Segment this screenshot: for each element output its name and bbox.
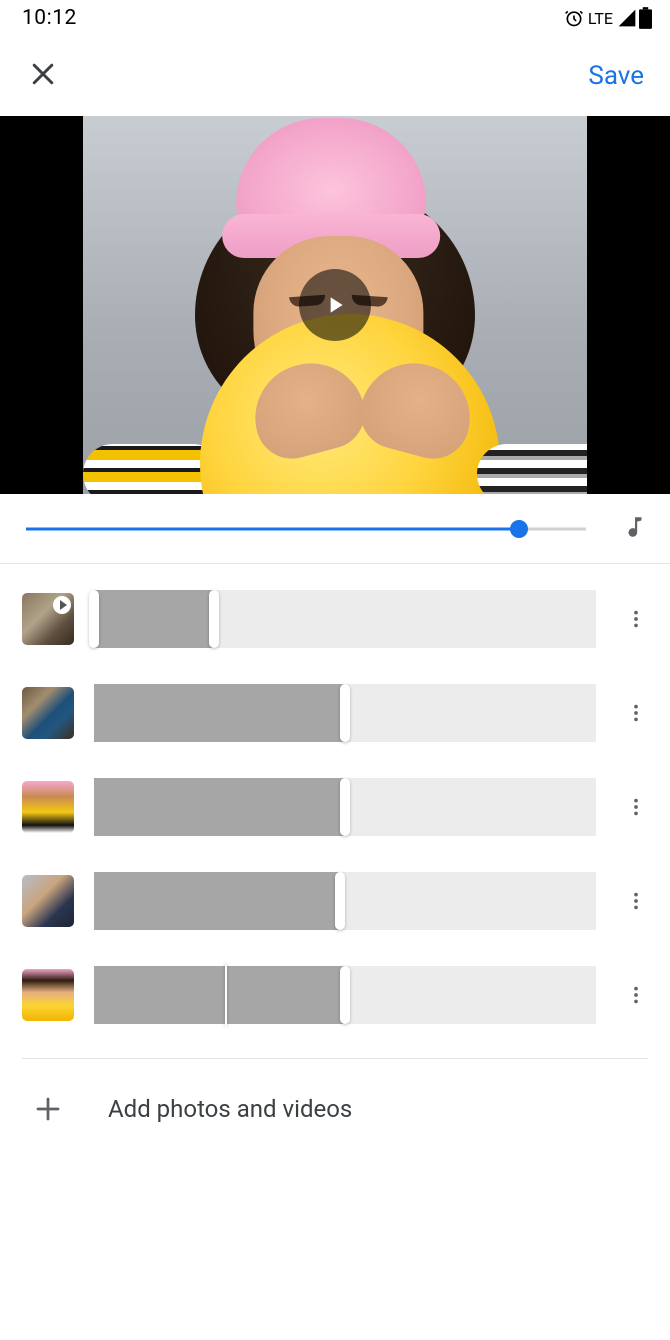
trim-handle-right[interactable]: [340, 684, 350, 742]
clip-row: [0, 854, 670, 948]
trim-handle-right[interactable]: [335, 872, 345, 930]
close-icon: [28, 59, 58, 89]
trim-selection: [94, 966, 345, 1024]
more-vert-icon: [625, 796, 647, 818]
status-time: 10:12: [22, 6, 77, 30]
timeline-row: [0, 494, 670, 564]
clip-more-button[interactable]: [610, 875, 662, 927]
video-preview: [0, 116, 670, 494]
battery-icon: [639, 7, 652, 29]
trim-handle-left[interactable]: [89, 590, 99, 648]
trim-playhead: [225, 964, 227, 1026]
alarm-icon: [564, 8, 584, 28]
trim-selection: [94, 778, 345, 836]
clip-more-button[interactable]: [610, 969, 662, 1021]
more-vert-icon: [625, 984, 647, 1006]
add-label: Add photos and videos: [108, 1095, 352, 1123]
app-bar: Save: [0, 36, 670, 116]
close-button[interactable]: [22, 53, 64, 99]
clip-more-button[interactable]: [610, 781, 662, 833]
clip-row: [0, 666, 670, 760]
music-note-icon: [622, 512, 648, 542]
clip-thumbnail[interactable]: [22, 687, 74, 739]
add-photos-videos-button[interactable]: Add photos and videos: [0, 1059, 670, 1159]
trim-handle-right[interactable]: [340, 966, 350, 1024]
clip-trim-track[interactable]: [94, 590, 596, 648]
clip-more-button[interactable]: [610, 593, 662, 645]
trim-selection: [94, 872, 340, 930]
clip-trim-track[interactable]: [94, 872, 596, 930]
clip-row: [0, 760, 670, 854]
more-vert-icon: [625, 608, 647, 630]
trim-selection: [94, 684, 345, 742]
trim-selection: [94, 590, 214, 648]
plus-icon: [22, 1083, 74, 1135]
status-bar: 10:12 LTE: [0, 0, 670, 36]
clip-trim-track[interactable]: [94, 684, 596, 742]
status-right: LTE: [564, 7, 652, 29]
clip-trim-track[interactable]: [94, 778, 596, 836]
more-vert-icon: [625, 890, 647, 912]
trim-handle-right[interactable]: [209, 590, 219, 648]
slider-thumb[interactable]: [510, 520, 528, 538]
more-vert-icon: [625, 702, 647, 724]
music-button[interactable]: [622, 512, 648, 546]
trim-handle-right[interactable]: [340, 778, 350, 836]
playback-slider[interactable]: [26, 519, 586, 539]
clip-thumbnail[interactable]: [22, 781, 74, 833]
network-label: LTE: [588, 9, 613, 28]
clip-row: [0, 572, 670, 666]
signal-icon: [617, 8, 637, 28]
clip-thumbnail[interactable]: [22, 593, 74, 645]
clip-list: [0, 564, 670, 1050]
clip-trim-track[interactable]: [94, 966, 596, 1024]
video-badge-icon: [53, 596, 71, 614]
clip-row: [0, 948, 670, 1042]
slider-fill: [26, 527, 519, 530]
clip-thumbnail[interactable]: [22, 969, 74, 1021]
play-icon: [322, 292, 348, 318]
play-button[interactable]: [299, 269, 371, 341]
clip-thumbnail[interactable]: [22, 875, 74, 927]
clip-more-button[interactable]: [610, 687, 662, 739]
save-button[interactable]: Save: [580, 53, 652, 99]
